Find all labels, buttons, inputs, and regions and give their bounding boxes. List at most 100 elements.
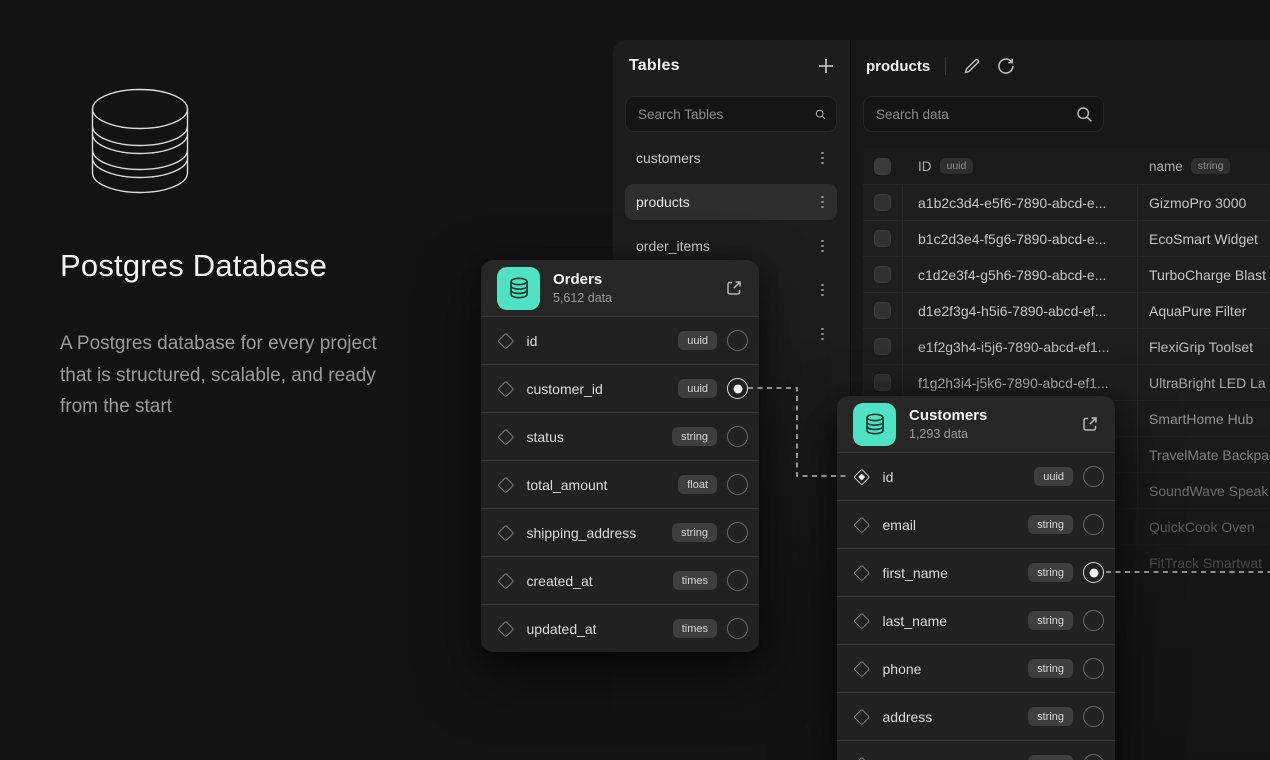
field-link-handle[interactable] [498, 380, 514, 396]
field-link-handle[interactable] [854, 516, 870, 532]
page: Postgres Database A Postgres database fo… [0, 0, 1270, 760]
field-radio-handle[interactable] [727, 330, 748, 351]
schema-field-row: customer_id uuid [481, 364, 759, 412]
external-link-icon [725, 279, 743, 297]
schema-field-row: first_name string [837, 548, 1115, 596]
field-name: id [527, 333, 679, 349]
table-item-menu-button[interactable] [816, 280, 829, 301]
table-item-menu-button[interactable] [816, 236, 829, 257]
field-name: address [883, 709, 1029, 725]
select-all-checkbox[interactable] [874, 158, 891, 175]
field-radio-handle[interactable] [727, 522, 748, 543]
field-type-badge: string [672, 523, 717, 542]
open-customers-button[interactable] [1079, 413, 1101, 435]
field-radio-handle[interactable] [727, 378, 748, 399]
open-orders-button[interactable] [723, 277, 745, 299]
table-row: c1d2e3f4-g5h6-7890-abcd-e... TurboCharge… [863, 256, 1270, 292]
field-link-handle[interactable] [498, 428, 514, 444]
orders-card-header: Orders 5,612 data [481, 260, 759, 316]
field-type-badge: float [678, 475, 717, 494]
field-name: city [883, 757, 1029, 760]
schema-field-row: created_at times [481, 556, 759, 604]
edit-table-button[interactable] [961, 55, 983, 77]
field-name: last_name [883, 613, 1029, 629]
add-table-button[interactable] [815, 55, 837, 77]
field-link-handle[interactable] [498, 524, 514, 540]
orders-schema-card: Orders 5,612 data id uuid customer_id uu… [481, 260, 759, 652]
data-panel-title: products [866, 58, 930, 75]
field-radio-handle[interactable] [1083, 466, 1104, 487]
row-checkbox[interactable] [874, 338, 891, 355]
column-name-type-badge: string [1191, 158, 1231, 174]
schema-field-row: status string [481, 412, 759, 460]
sidebar-table-item[interactable]: products [625, 184, 837, 220]
customers-card-count: 1,293 data [909, 427, 987, 441]
row-checkbox[interactable] [874, 302, 891, 319]
field-radio-handle[interactable] [1083, 514, 1104, 535]
field-link-handle[interactable] [854, 660, 870, 676]
refresh-button[interactable] [995, 55, 1017, 77]
schema-field-row: address string [837, 692, 1115, 740]
orders-card-title: Orders [553, 271, 612, 288]
row-checkbox[interactable] [874, 194, 891, 211]
field-radio-handle[interactable] [1083, 706, 1104, 727]
schema-field-row: city string [837, 740, 1115, 760]
tables-panel-title: Tables [629, 57, 680, 75]
column-id-label: ID [918, 159, 932, 174]
row-id-value: d1e2f3g4-h5i6-7890-abcd-ef... [918, 303, 1106, 319]
table-header-row: ID uuid name string [863, 148, 1270, 184]
field-type-badge: string [672, 427, 717, 446]
field-type-badge: uuid [1034, 467, 1073, 486]
schema-field-row: total_amount float [481, 460, 759, 508]
field-radio-handle[interactable] [727, 618, 748, 639]
field-link-handle[interactable] [854, 708, 870, 724]
schema-field-row: id uuid [481, 316, 759, 364]
plus-icon [817, 57, 835, 75]
field-radio-handle[interactable] [1083, 658, 1104, 679]
external-link-icon [1081, 415, 1099, 433]
table-item-menu-button[interactable] [816, 148, 829, 169]
table-row: e1f2g3h4-i5j6-7890-abcd-ef1... FlexiGrip… [863, 328, 1270, 364]
field-link-handle[interactable] [498, 572, 514, 588]
field-link-handle[interactable] [498, 332, 514, 348]
field-radio-handle[interactable] [1083, 562, 1104, 583]
field-name: phone [883, 661, 1029, 677]
table-item-menu-button[interactable] [816, 192, 829, 213]
field-radio-handle[interactable] [727, 426, 748, 447]
schema-field-row: last_name string [837, 596, 1115, 644]
search-icon [1076, 106, 1093, 123]
field-type-badge: uuid [678, 331, 717, 350]
customers-card-header: Customers 1,293 data [837, 396, 1115, 452]
field-radio-handle[interactable] [1083, 610, 1104, 631]
sidebar-table-item[interactable]: order_items [625, 228, 837, 264]
schema-field-row: phone string [837, 644, 1115, 692]
row-checkbox[interactable] [874, 374, 891, 391]
field-name: total_amount [527, 477, 679, 493]
row-checkbox[interactable] [874, 230, 891, 247]
field-radio-handle[interactable] [727, 570, 748, 591]
pencil-icon [963, 57, 981, 75]
table-item-menu-button[interactable] [816, 324, 829, 345]
field-link-handle[interactable] [854, 468, 870, 484]
field-name: id [883, 469, 1035, 485]
field-link-handle[interactable] [854, 612, 870, 628]
field-link-handle[interactable] [498, 476, 514, 492]
customers-schema-card: Customers 1,293 data id uuid email strin… [837, 396, 1115, 760]
row-checkbox[interactable] [874, 266, 891, 283]
row-name-value: GizmoPro 3000 [1149, 195, 1246, 211]
field-radio-handle[interactable] [1083, 754, 1104, 760]
field-radio-handle[interactable] [727, 474, 748, 495]
field-link-handle[interactable] [498, 620, 514, 636]
tables-search-input[interactable] [638, 107, 815, 122]
schema-field-row: email string [837, 500, 1115, 548]
data-search-input[interactable] [876, 107, 1076, 122]
row-id-value: b1c2d3e4-f5g6-7890-abcd-e... [918, 231, 1106, 247]
customers-fields: id uuid email string first_name string l… [837, 452, 1115, 760]
field-link-handle[interactable] [854, 564, 870, 580]
row-name-value: FlexiGrip Toolset [1149, 339, 1253, 355]
orders-card-count: 5,612 data [553, 291, 612, 305]
column-id-type-badge: uuid [940, 158, 974, 174]
field-name: customer_id [527, 381, 679, 397]
field-link-handle[interactable] [854, 756, 870, 760]
sidebar-table-item[interactable]: customers [625, 140, 837, 176]
